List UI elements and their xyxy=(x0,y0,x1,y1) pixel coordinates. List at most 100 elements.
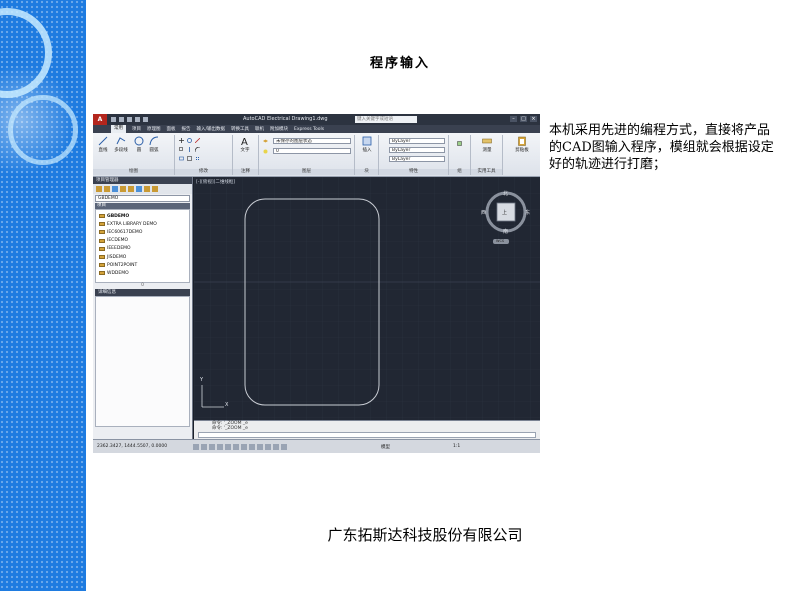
mirror-icon[interactable] xyxy=(187,147,192,152)
circle-tool[interactable]: 圆 xyxy=(132,136,146,153)
viewcube-north-label: 北 xyxy=(503,191,509,197)
bulb-icon[interactable] xyxy=(263,149,268,154)
new-drawing-icon[interactable] xyxy=(112,186,118,192)
folder-icon xyxy=(99,222,105,227)
trim-icon[interactable] xyxy=(195,138,200,143)
transparency-toggle-icon[interactable] xyxy=(265,443,271,450)
otrack-toggle-icon[interactable] xyxy=(233,443,239,450)
insert-tool[interactable]: 插入 xyxy=(358,136,376,153)
tab-home[interactable]: 常用 xyxy=(111,125,126,133)
tab-reports[interactable]: 报告 xyxy=(182,126,191,132)
project-select[interactable]: GBDEMO xyxy=(95,195,190,202)
scale-icon[interactable] xyxy=(187,156,192,161)
plot-icon[interactable] xyxy=(152,186,158,192)
new-file-icon[interactable] xyxy=(111,117,116,122)
polar-toggle-icon[interactable] xyxy=(217,443,223,450)
circle-icon xyxy=(134,136,144,146)
project-item-label: EXTRA LIBRARY DEMO xyxy=(107,221,157,227)
maximize-button[interactable]: □ xyxy=(520,116,527,122)
tab-import-export[interactable]: 输入/输出数据 xyxy=(197,126,226,132)
layer-state-dropdown[interactable]: 未保存的图层状态 xyxy=(273,138,351,144)
model-space-toggle[interactable]: 模型 xyxy=(381,444,390,450)
details-header: 详细信息 xyxy=(95,289,190,296)
project-item[interactable]: WDDEMO xyxy=(96,269,189,277)
save-icon[interactable] xyxy=(127,117,132,122)
project-item[interactable]: IECDEMO xyxy=(96,237,189,245)
stretch-icon[interactable] xyxy=(179,156,184,161)
project-item[interactable]: IEC60617DEMO xyxy=(96,228,189,236)
cad-screenshot: A AutoCAD Electrical Drawing1.dwg 键入关键字或… xyxy=(93,114,540,453)
wcs-label: WCS xyxy=(496,239,505,243)
decorative-ring xyxy=(8,95,78,165)
project-settings-icon[interactable] xyxy=(128,186,134,192)
tab-schematic[interactable]: 原理图 xyxy=(147,126,161,132)
measure-tool[interactable]: 测量 xyxy=(478,136,496,153)
tab-add-ins[interactable]: 附加模块 xyxy=(270,126,288,132)
tab-project[interactable]: 项目 xyxy=(132,126,141,132)
fillet-icon[interactable] xyxy=(195,147,200,152)
ducs-toggle-icon[interactable] xyxy=(241,443,247,450)
ribbon-tabs: 常用 项目 原理图 面板 报告 输入/输出数据 转换工具 联机 附加模块 Exp… xyxy=(93,125,540,133)
project-item-label: JISDEMO xyxy=(107,254,127,260)
color-dropdown[interactable]: ByLayer xyxy=(389,138,445,144)
layer-properties-icon[interactable] xyxy=(263,139,268,144)
open-project-icon[interactable] xyxy=(96,186,102,192)
linetype-dropdown[interactable]: ByLayer xyxy=(389,147,445,153)
selection-cycling-icon[interactable] xyxy=(281,443,287,450)
project-item[interactable]: POINT2POINT xyxy=(96,261,189,269)
layer-dropdown[interactable]: 0 xyxy=(273,148,351,154)
osnap-toggle-icon[interactable] xyxy=(225,443,231,450)
copy-icon[interactable] xyxy=(179,147,184,152)
project-item[interactable]: JISDEMO xyxy=(96,253,189,261)
viewcube-west-label: 西 xyxy=(481,210,487,216)
text-tool[interactable]: A 文字 xyxy=(236,136,254,153)
command-input[interactable] xyxy=(198,432,536,438)
redo-icon[interactable] xyxy=(143,117,148,122)
tab-online[interactable]: 联机 xyxy=(255,126,264,132)
annotation-scale[interactable]: 1:1 xyxy=(453,444,460,449)
axis-y-label: Y xyxy=(200,377,204,383)
help-search-input[interactable]: 键入关键字或短语 xyxy=(355,116,417,123)
folder-icon xyxy=(99,255,105,260)
project-item[interactable]: IEEEDEMO xyxy=(96,245,189,253)
polyline-tool[interactable]: 多段线 xyxy=(112,136,130,153)
paste-tool[interactable]: 剪贴板 xyxy=(511,136,533,153)
minimize-button[interactable]: – xyxy=(510,116,517,122)
array-icon[interactable] xyxy=(195,156,200,161)
group-icon[interactable] xyxy=(457,141,462,146)
project-item[interactable]: GBDEMO xyxy=(96,212,189,220)
move-icon[interactable] xyxy=(179,138,184,143)
line-tool[interactable]: 直线 xyxy=(95,136,111,153)
snap-toggle-icon[interactable] xyxy=(193,443,199,450)
app-menu-button[interactable]: A xyxy=(93,114,107,125)
lineweight-toggle-icon[interactable] xyxy=(257,443,263,450)
arc-tool[interactable]: 圆弧 xyxy=(147,136,161,153)
ribbon: 直线 多段线 圆 圆弧 绘图 修改 A 文字 注释 未保存的图层状态 0 图层 … xyxy=(93,133,540,177)
publish-icon[interactable] xyxy=(144,186,150,192)
title-block-icon[interactable] xyxy=(136,186,142,192)
rotate-icon[interactable] xyxy=(187,138,192,143)
project-item[interactable]: EXTRA LIBRARY DEMO xyxy=(96,220,189,228)
viewport-label[interactable]: [-][俯视][二维线框] xyxy=(196,179,235,185)
window-title: AutoCAD Electrical Drawing1.dwg xyxy=(243,116,328,122)
close-button[interactable]: × xyxy=(530,116,537,122)
open-file-icon[interactable] xyxy=(119,117,124,122)
refresh-icon[interactable] xyxy=(120,186,126,192)
viewcube-top-label: 上 xyxy=(502,210,508,216)
panel-annotation: A 文字 注释 xyxy=(233,135,259,175)
quick-properties-icon[interactable] xyxy=(273,443,279,450)
project-item-label: WDDEMO xyxy=(107,270,129,276)
undo-icon[interactable] xyxy=(135,117,140,122)
project-manager-palette: 项目管理器 GBDEMO 项目 GBDEMO EXTRA LIBRARY DEM… xyxy=(93,177,193,439)
new-project-icon[interactable] xyxy=(104,186,110,192)
tab-conversion-tools[interactable]: 转换工具 xyxy=(231,126,249,132)
drawing-canvas[interactable]: [-][俯视][二维线框] 上 北 南 东 西 WCS X Y xyxy=(194,177,540,420)
dyn-toggle-icon[interactable] xyxy=(249,443,255,450)
ortho-toggle-icon[interactable] xyxy=(209,443,215,450)
tab-panel[interactable]: 面板 xyxy=(167,126,176,132)
tab-express-tools[interactable]: Express Tools xyxy=(294,127,324,132)
lineweight-dropdown[interactable]: ByLayer xyxy=(389,156,445,162)
drawing-svg xyxy=(194,177,540,420)
svg-text:A: A xyxy=(241,137,248,146)
grid-toggle-icon[interactable] xyxy=(201,443,207,450)
